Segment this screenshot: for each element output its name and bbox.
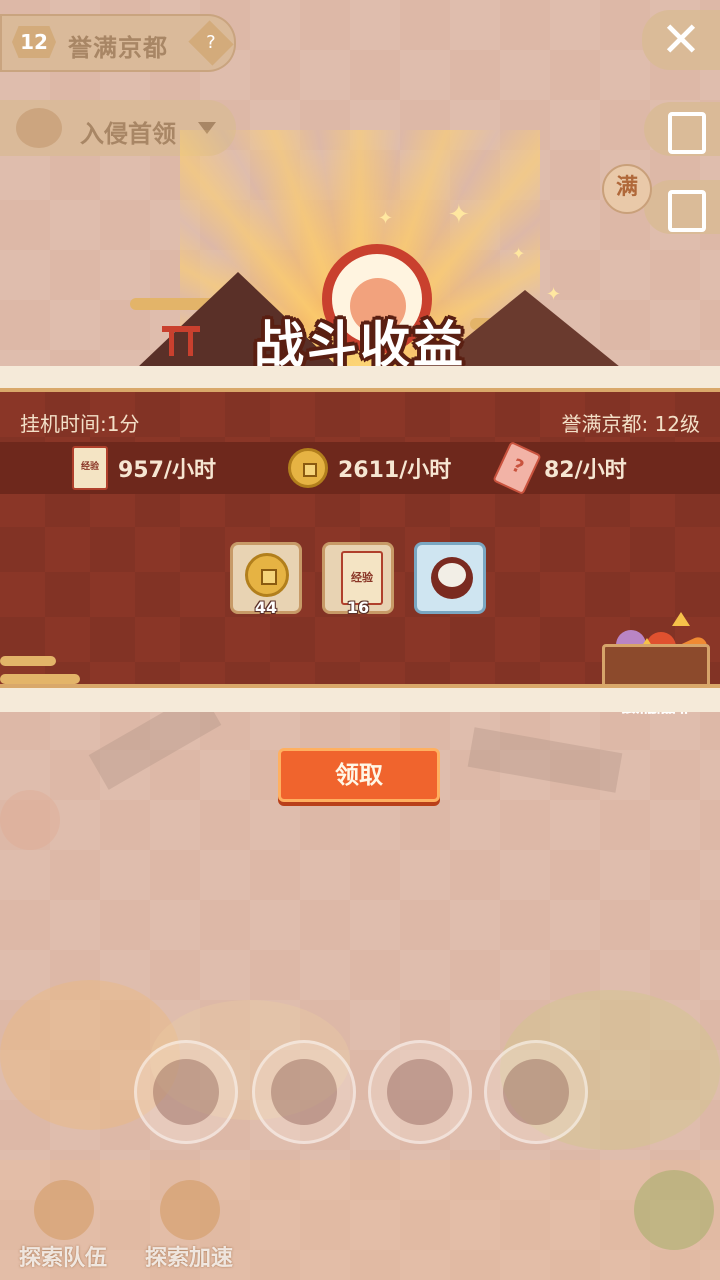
- notebook-icon: [668, 112, 706, 154]
- card-button[interactable]: [644, 180, 720, 234]
- explore-speedup-button[interactable]: 探索加速: [134, 1170, 244, 1276]
- explore-team-button[interactable]: 探索队伍: [8, 1170, 118, 1276]
- rate-ticket-value: 82/小时: [544, 458, 627, 483]
- panel-bottom-edge: [0, 684, 720, 712]
- explore-team-label: 探索队伍: [18, 1246, 107, 1271]
- invade-label: 入侵首领: [80, 120, 176, 148]
- afk-time: 挂机时间:1分: [20, 412, 140, 436]
- team-member-slot: [252, 1040, 356, 1144]
- rate-coin: 2611/小时: [288, 444, 451, 492]
- oni-mask-icon: [16, 108, 62, 148]
- stage-pill[interactable]: 12 誉满京都 ?: [0, 14, 236, 72]
- sparkle-icon: ✦: [378, 208, 394, 229]
- frog-mascot-icon[interactable]: [634, 1170, 714, 1250]
- sparkle-icon: ✦: [448, 200, 470, 230]
- claim-button[interactable]: 领取: [278, 748, 440, 802]
- rate-exp: 经验 957/小时: [72, 444, 216, 492]
- rate-coin-value: 2611/小时: [338, 458, 452, 483]
- stage-number: 12: [12, 26, 56, 58]
- rate-exp-value: 957/小时: [118, 458, 216, 483]
- sparkle-icon: ✦: [512, 244, 526, 263]
- reward-count: 16: [346, 598, 370, 617]
- panel-top-edge: [0, 366, 720, 392]
- reward-slot-food[interactable]: [414, 542, 486, 614]
- team-member-slot: [484, 1040, 588, 1144]
- up-arrow-icon: [672, 612, 690, 626]
- ticket-icon: ?: [492, 440, 542, 496]
- notebook-button[interactable]: [644, 102, 720, 156]
- exp-scroll-icon: 经验: [72, 446, 108, 490]
- region-level: 誉满京都: 12级: [561, 412, 700, 436]
- team-icon: [34, 1180, 94, 1240]
- stage-name: 誉满京都: [68, 34, 168, 62]
- explore-speedup-label: 探索加速: [144, 1246, 233, 1271]
- full-badge: 满: [602, 164, 652, 214]
- speedup-icon: [160, 1180, 220, 1240]
- coin-icon: [245, 553, 289, 597]
- card-icon: [668, 190, 706, 232]
- noodle-bowl-icon: [431, 557, 473, 599]
- reward-slot-coin[interactable]: 44: [230, 542, 302, 617]
- team-member-slot: [134, 1040, 238, 1144]
- close-button[interactable]: ✕: [642, 10, 720, 70]
- help-icon[interactable]: ?: [188, 20, 234, 66]
- coin-icon: [288, 448, 328, 488]
- rate-ticket: ? 82/小时: [492, 440, 627, 496]
- reward-count: 44: [254, 598, 278, 617]
- sparkle-icon: ✦: [546, 284, 562, 305]
- team-member-slot: [368, 1040, 472, 1144]
- reward-items: 44 经验 16: [230, 542, 486, 617]
- exp-scroll-icon: 经验: [341, 551, 383, 605]
- reward-slot-exp[interactable]: 经验 16: [322, 542, 394, 617]
